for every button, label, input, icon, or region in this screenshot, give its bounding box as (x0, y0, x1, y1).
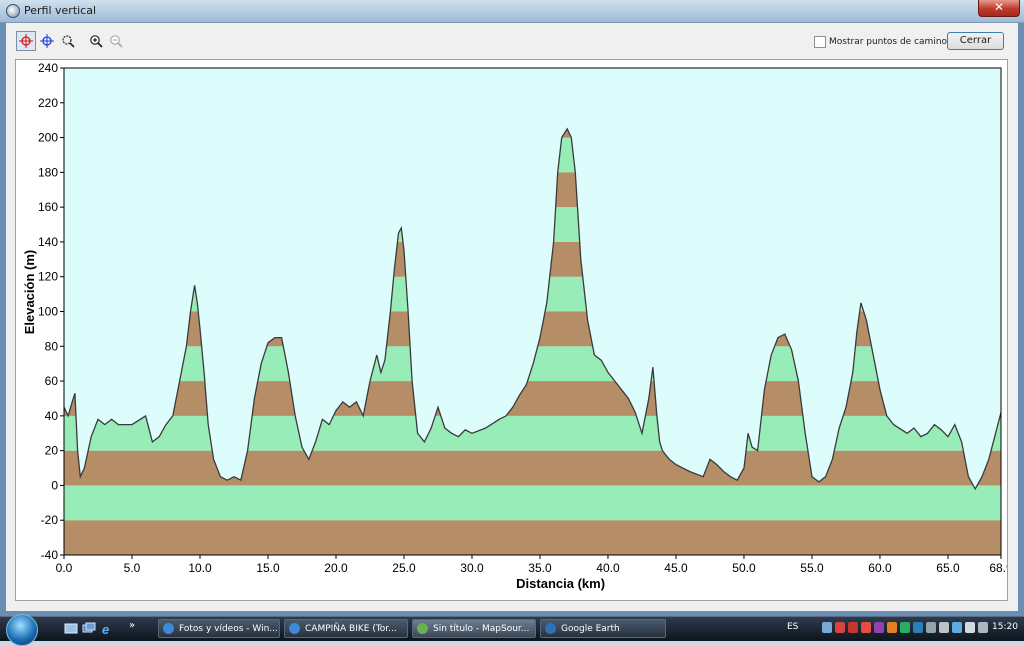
quick-launch-overflow-icon[interactable]: » (129, 620, 135, 631)
crosshair-red-icon (19, 34, 33, 48)
show-desktop-icon[interactable] (64, 622, 78, 636)
zoom-region-tool-button[interactable] (58, 31, 78, 51)
window-close-button[interactable]: ✕ (978, 0, 1020, 17)
tray-display-icon[interactable] (952, 622, 962, 633)
taskbar-task-2[interactable]: Sin título - MapSour... (412, 619, 536, 638)
x-tick-label: 20.0 (324, 561, 348, 575)
x-tick-label: 45.0 (664, 561, 688, 575)
task-label: CAMPIÑA BIKE (Tor... (305, 624, 397, 634)
system-clock[interactable]: 15:20 (992, 622, 1018, 632)
ie-window-icon (163, 623, 174, 634)
window-title: Perfil vertical (24, 4, 97, 17)
x-tick-label: 68.9 (989, 561, 1007, 575)
mapsource-icon (417, 623, 428, 634)
show-waypoints-option[interactable]: Mostrar puntos de camino (814, 35, 947, 49)
y-tick-label: 20 (45, 444, 59, 458)
title-bar[interactable]: Perfil vertical ✕ (0, 0, 1024, 23)
x-tick-label: 10.0 (188, 561, 212, 575)
x-axis-label: Distancia (km) (516, 576, 605, 591)
tray-browser-icon[interactable] (887, 622, 897, 633)
zoom-in-icon (90, 35, 103, 48)
x-tick-label: 60.0 (868, 561, 892, 575)
crosshair-blue-icon (40, 34, 54, 48)
google-earth-icon (545, 623, 556, 634)
tray-antivirus-icon[interactable] (835, 622, 845, 633)
elevation-band (64, 520, 1001, 555)
elevation-band (64, 450, 1001, 486)
y-axis-label: Elevación (m) (22, 250, 37, 335)
close-button[interactable]: Cerrar (947, 32, 1004, 50)
y-tick-label: -20 (41, 513, 59, 527)
zoom-in-button[interactable] (86, 31, 106, 51)
y-tick-label: 0 (51, 478, 58, 492)
ie-window-icon (289, 623, 300, 634)
vertical-profile-window: Perfil vertical ✕ Mostrar puntos de cami… (0, 0, 1024, 616)
y-tick-label: 120 (38, 270, 58, 284)
elevation-band (64, 415, 1001, 451)
start-button[interactable] (6, 614, 38, 646)
y-tick-label: 100 (38, 305, 58, 319)
taskbar-task-0[interactable]: Fotos y vídeos - Win... (158, 619, 280, 638)
pan-tool-button[interactable] (37, 31, 57, 51)
tray-sound-icon[interactable] (965, 622, 975, 633)
language-indicator[interactable]: ES (787, 622, 798, 632)
app-globe-icon (6, 4, 20, 18)
x-tick-label: 15.0 (256, 561, 280, 575)
x-tick-label: 25.0 (392, 561, 416, 575)
x-tick-label: 65.0 (936, 561, 960, 575)
elevation-profile-chart[interactable]: 240220200180160140120100806040200-20-400… (16, 60, 1013, 600)
show-waypoints-label: Mostrar puntos de camino (829, 37, 948, 47)
zoom-out-button[interactable] (106, 31, 126, 51)
tray-device-icon[interactable] (913, 622, 923, 633)
tray-volume-icon[interactable] (926, 622, 936, 633)
y-tick-label: 60 (45, 374, 59, 388)
elevation-band (64, 485, 1001, 521)
switch-windows-icon[interactable] (82, 622, 96, 636)
show-waypoints-checkbox[interactable] (814, 36, 826, 48)
tray-app-icon[interactable] (822, 622, 832, 633)
elevation-chart-panel: 240 220 200 180 160 140 120 100 80 60 40 20 0 -20 -40 0… (15, 59, 1013, 601)
tray-media-icon[interactable] (874, 622, 884, 633)
taskbar-task-3[interactable]: Google Earth (540, 619, 666, 638)
window-client-area: Mostrar puntos de camino Cerrar 240 220 20… (6, 23, 1018, 611)
zoom-region-icon (62, 35, 75, 48)
tray-connection-icon[interactable] (978, 622, 988, 633)
x-tick-label: 5.0 (124, 561, 141, 575)
taskbar-task-1[interactable]: CAMPIÑA BIKE (Tor... (284, 619, 408, 638)
tray-power-icon[interactable] (939, 622, 949, 633)
task-label: Sin título - MapSour... (433, 624, 530, 634)
toolbar: Mostrar puntos de camino Cerrar (6, 23, 1018, 57)
system-tray (822, 622, 988, 633)
task-label: Google Earth (561, 624, 620, 634)
tray-network-icon[interactable] (848, 622, 858, 633)
y-tick-label: 40 (45, 409, 59, 423)
tray-messenger-icon[interactable] (861, 622, 871, 633)
y-tick-label: 220 (38, 96, 58, 110)
taskbar: e » Fotos y vídeos - Win... CAMPIÑA BIKE… (0, 614, 1024, 646)
x-tick-label: 50.0 (732, 561, 756, 575)
y-tick-label: 180 (38, 165, 58, 179)
y-tick-label: 80 (45, 339, 59, 353)
task-label: Fotos y vídeos - Win... (179, 624, 278, 634)
y-tick-label: 160 (38, 200, 58, 214)
tray-update-icon[interactable] (900, 622, 910, 633)
x-tick-label: 0.0 (56, 561, 73, 575)
internet-explorer-icon[interactable]: e (101, 622, 115, 636)
y-tick-label: 140 (38, 235, 58, 249)
select-point-tool-button[interactable] (16, 31, 36, 51)
y-tick-label: -40 (41, 548, 59, 562)
x-tick-label: 55.0 (800, 561, 824, 575)
zoom-out-icon (110, 35, 123, 48)
y-tick-label: 240 (38, 61, 58, 75)
svg-text:e: e (102, 622, 109, 636)
x-tick-label: 40.0 (596, 561, 620, 575)
y-tick-label: 200 (38, 131, 58, 145)
x-tick-label: 30.0 (460, 561, 484, 575)
x-tick-label: 35.0 (528, 561, 552, 575)
